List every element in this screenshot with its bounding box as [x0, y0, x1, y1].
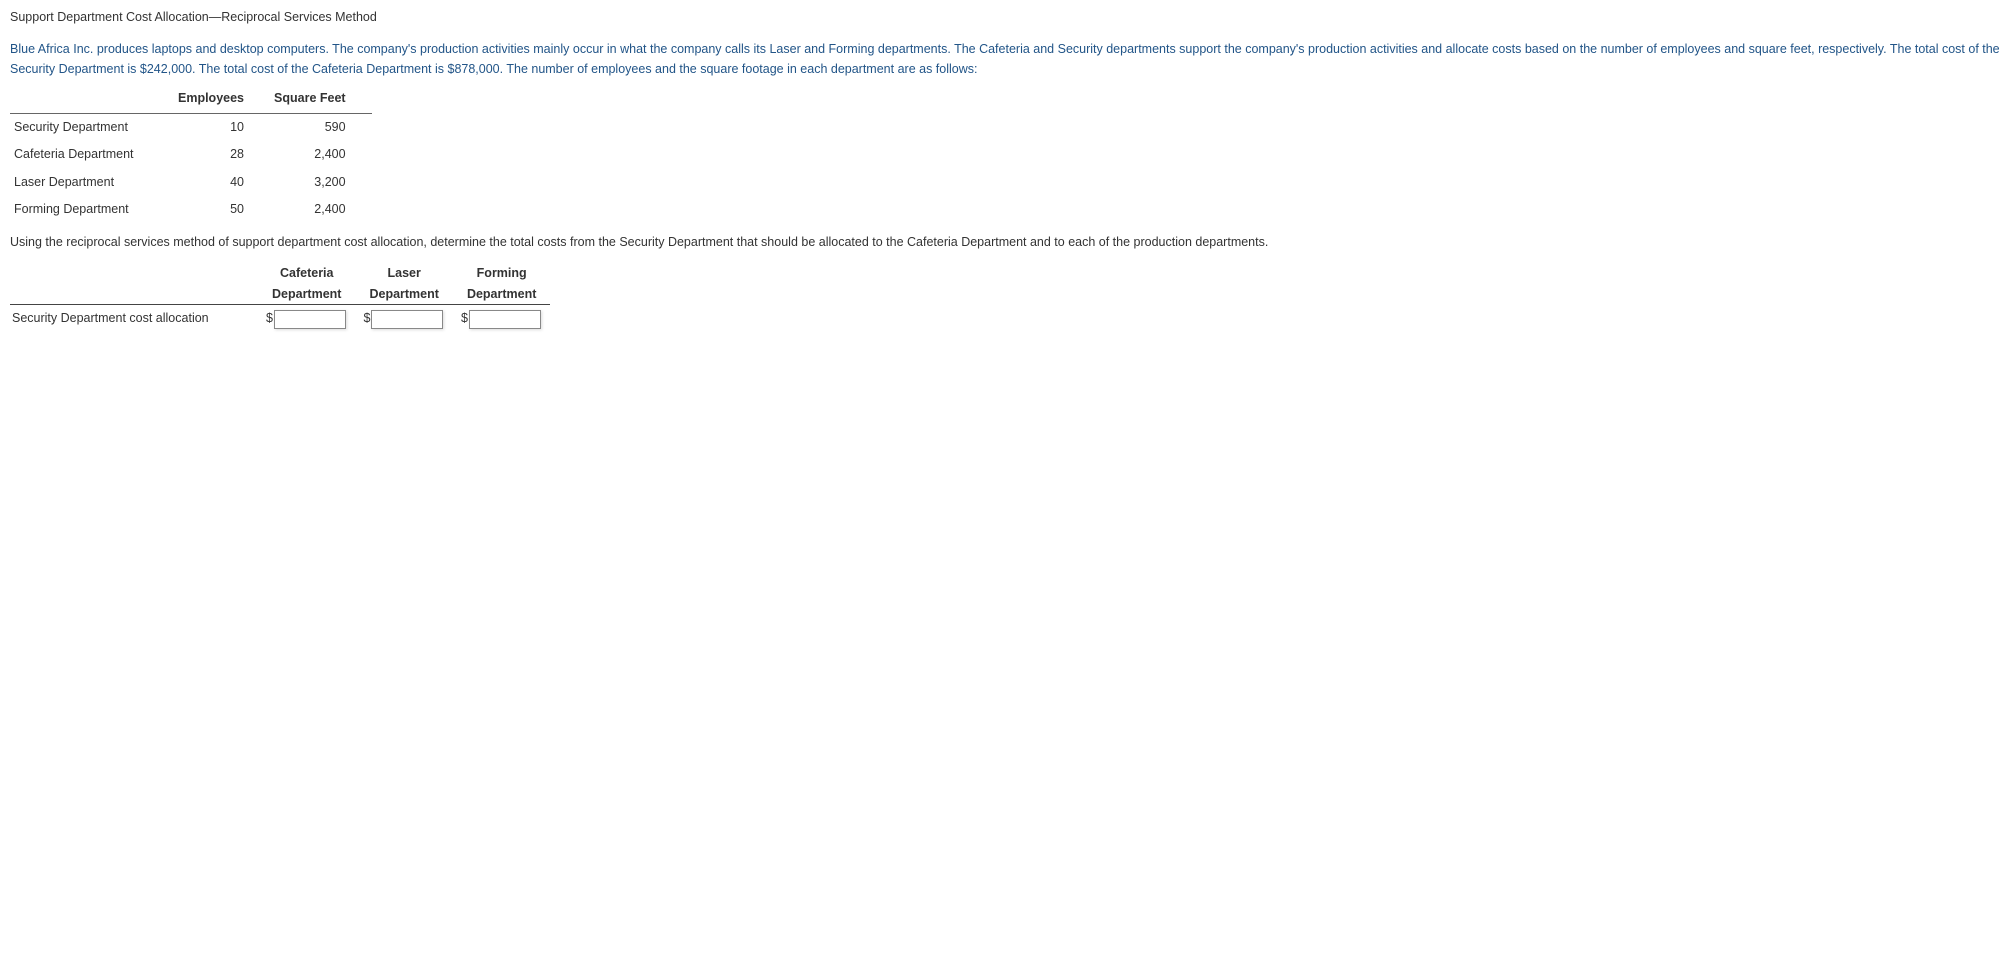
alloc-header-blank2	[10, 284, 258, 305]
alloc-header-forming-1: Forming	[453, 263, 550, 284]
cell-sqft: 590	[270, 113, 372, 141]
alloc-header-line2: Department Department Department	[10, 284, 550, 305]
dept-label: Security Department	[10, 113, 174, 141]
table-header-row: Employees Square Feet	[10, 85, 372, 113]
cafeteria-cost-input[interactable]	[274, 310, 346, 329]
alloc-header-forming-2: Department	[453, 284, 550, 305]
dept-label: Laser Department	[10, 169, 174, 196]
cell-employees: 40	[174, 169, 270, 196]
header-sqft: Square Feet	[270, 85, 372, 113]
table-row: Laser Department 40 3,200	[10, 169, 372, 196]
table-row: Security Department 10 590	[10, 113, 372, 141]
dept-label: Cafeteria Department	[10, 141, 174, 168]
alloc-header-blank	[10, 263, 258, 284]
alloc-header-cafeteria-2: Department	[258, 284, 355, 305]
alloc-cell-laser: $	[355, 305, 452, 333]
table-row: Forming Department 50 2,400	[10, 196, 372, 223]
cell-employees: 10	[174, 113, 270, 141]
table-row: Cafeteria Department 28 2,400	[10, 141, 372, 168]
laser-cost-input[interactable]	[371, 310, 443, 329]
page-title-text: Support Department Cost Allocation—Recip…	[10, 10, 377, 24]
instruction-paragraph: Using the reciprocal services method of …	[10, 233, 2002, 252]
header-employees: Employees	[174, 85, 270, 113]
alloc-cell-forming: $	[453, 305, 550, 333]
cell-employees: 28	[174, 141, 270, 168]
currency-symbol: $	[461, 311, 468, 325]
cell-sqft: 2,400	[270, 196, 372, 223]
alloc-header-laser-1: Laser	[355, 263, 452, 284]
cell-employees: 50	[174, 196, 270, 223]
instruction-text: Using the reciprocal services method of …	[10, 235, 1268, 249]
currency-symbol: $	[266, 311, 273, 325]
dept-label: Forming Department	[10, 196, 174, 223]
allocation-table: Cafeteria Laser Forming Department Depar…	[10, 263, 550, 333]
cell-sqft: 3,200	[270, 169, 372, 196]
alloc-row: Security Department cost allocation $ $ …	[10, 305, 550, 333]
alloc-header-line1: Cafeteria Laser Forming	[10, 263, 550, 284]
currency-symbol: $	[363, 311, 370, 325]
alloc-header-cafeteria-1: Cafeteria	[258, 263, 355, 284]
department-data-table: Employees Square Feet Security Departmen…	[10, 85, 372, 223]
header-blank	[10, 85, 174, 113]
cell-sqft: 2,400	[270, 141, 372, 168]
intro-text: Blue Africa Inc. produces laptops and de…	[10, 42, 2000, 76]
page-title: Support Department Cost Allocation—Recip…	[10, 8, 2002, 27]
forming-cost-input[interactable]	[469, 310, 541, 329]
alloc-cell-cafeteria: $	[258, 305, 355, 333]
intro-paragraph: Blue Africa Inc. produces laptops and de…	[10, 39, 2002, 79]
alloc-header-laser-2: Department	[355, 284, 452, 305]
alloc-row-label: Security Department cost allocation	[10, 305, 258, 333]
